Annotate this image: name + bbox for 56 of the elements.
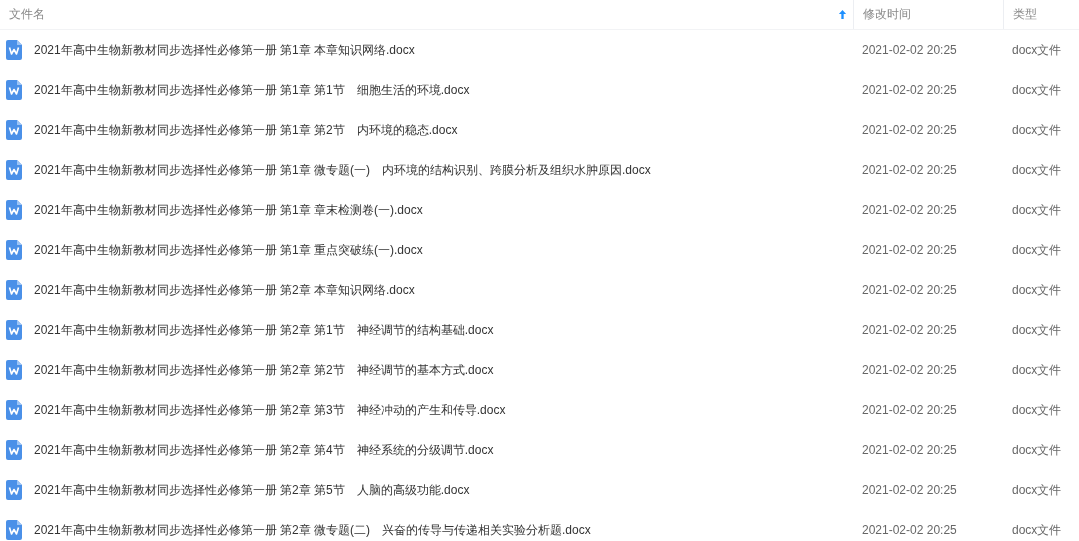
document-icon [6, 480, 22, 500]
file-type: docx文件 [1012, 401, 1062, 419]
modified-time: 2021-02-02 20:25 [862, 83, 957, 97]
file-name[interactable]: 2021年高中生物新教材同步选择性必修第一册 第1章 第2节 内环境的稳态.docx [34, 121, 458, 139]
file-name[interactable]: 2021年高中生物新教材同步选择性必修第一册 第2章 第1节 神经调节的结构基础.docx [34, 321, 494, 339]
modified-time: 2021-02-02 20:25 [862, 403, 957, 417]
modified-time: 2021-02-02 20:25 [862, 243, 957, 257]
file-name[interactable]: 2021年高中生物新教材同步选择性必修第一册 第2章 第2节 神经调节的基本方式.docx [34, 361, 494, 379]
column-header[interactable]: 类型 [1013, 6, 1037, 23]
modified-time: 2021-02-02 20:25 [862, 443, 957, 457]
modified-time: 2021-02-02 20:25 [862, 203, 957, 217]
file-type: docx文件 [1012, 41, 1062, 59]
modified-time: 2021-02-02 20:25 [862, 523, 957, 537]
document-icon [6, 200, 22, 220]
document-icon [6, 40, 22, 60]
file-type: docx文件 [1012, 121, 1062, 139]
modified-time: 2021-02-02 20:25 [862, 363, 957, 377]
file-name[interactable]: 2021年高中生物新教材同步选择性必修第一册 第1章 章末检测卷(一).docx [34, 201, 423, 219]
document-icon [6, 320, 22, 340]
modified-time: 2021-02-02 20:25 [862, 483, 957, 497]
file-type: docx文件 [1012, 521, 1062, 539]
modified-time: 2021-02-02 20:25 [862, 43, 957, 57]
modified-time: 2021-02-02 20:25 [862, 323, 957, 337]
file-name[interactable]: 2021年高中生物新教材同步选择性必修第一册 第2章 第3节 神经冲动的产生和传导.docx [34, 401, 506, 419]
file-type: docx文件 [1012, 201, 1062, 219]
file-name[interactable]: 2021年高中生物新教材同步选择性必修第一册 第1章 第1节 细胞生活的环境.docx [34, 81, 470, 99]
file-type: docx文件 [1012, 441, 1062, 459]
document-icon [6, 120, 22, 140]
sort-arrow-icon[interactable] [838, 9, 847, 20]
modified-time: 2021-02-02 20:25 [862, 123, 957, 137]
file-type: docx文件 [1012, 161, 1062, 179]
file-type: docx文件 [1012, 361, 1062, 379]
document-icon [6, 520, 22, 540]
file-name[interactable]: 2021年高中生物新教材同步选择性必修第一册 第2章 第4节 神经系统的分级调节.docx [34, 441, 494, 459]
file-type: docx文件 [1012, 481, 1062, 499]
column-header[interactable]: 文件名 [9, 6, 45, 23]
file-name[interactable]: 2021年高中生物新教材同步选择性必修第一册 第2章 微专题(二) 兴奋的传导与传递相关实验分析题.docx [34, 521, 591, 539]
file-name[interactable]: 2021年高中生物新教材同步选择性必修第一册 第2章 本章知识网络.docx [34, 281, 415, 299]
file-name[interactable]: 2021年高中生物新教材同步选择性必修第一册 第2章 第5节 人脑的高级功能.docx [34, 481, 470, 499]
document-icon [6, 400, 22, 420]
file-name[interactable]: 2021年高中生物新教材同步选择性必修第一册 第1章 本章知识网络.docx [34, 41, 415, 59]
file-name[interactable]: 2021年高中生物新教材同步选择性必修第一册 第1章 重点突破练(一).docx [34, 241, 423, 259]
document-icon [6, 440, 22, 460]
document-icon [6, 80, 22, 100]
modified-time: 2021-02-02 20:25 [862, 283, 957, 297]
document-icon [6, 360, 22, 380]
document-icon [6, 160, 22, 180]
file-type: docx文件 [1012, 81, 1062, 99]
document-icon [6, 240, 22, 260]
column-header[interactable]: 修改时间 [863, 6, 911, 23]
file-type: docx文件 [1012, 321, 1062, 339]
modified-time: 2021-02-02 20:25 [862, 163, 957, 177]
file-type: docx文件 [1012, 241, 1062, 259]
file-type: docx文件 [1012, 281, 1062, 299]
document-icon [6, 280, 22, 300]
file-name[interactable]: 2021年高中生物新教材同步选择性必修第一册 第1章 微专题(一) 内环境的结构识别、跨膜分析及组织水肿原因.docx [34, 161, 651, 179]
